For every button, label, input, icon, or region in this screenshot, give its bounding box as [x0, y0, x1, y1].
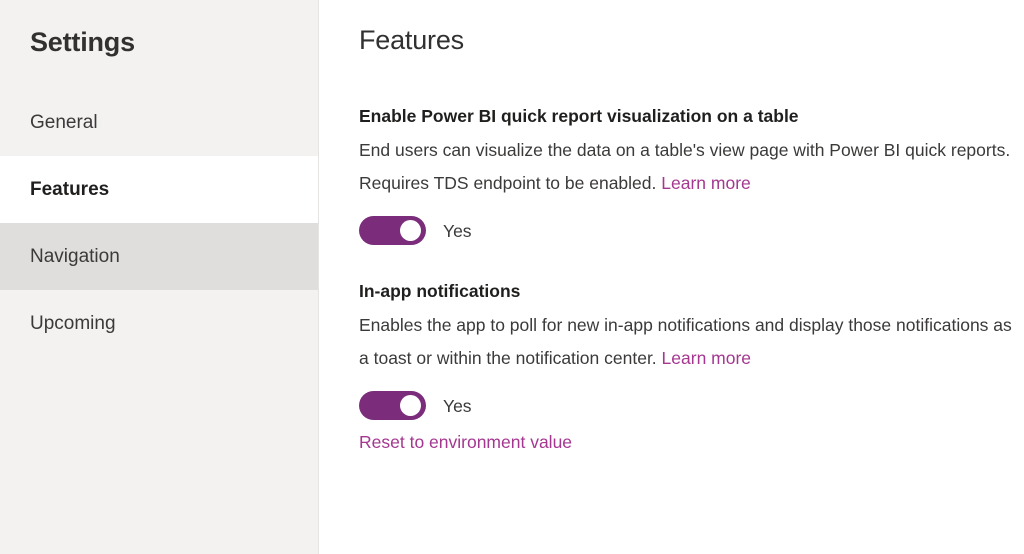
settings-sidebar: Settings General Features Navigation Upc… — [0, 0, 319, 554]
reset-to-environment-value-link[interactable]: Reset to environment value — [359, 430, 572, 454]
feature-item: In-app notifications Enables the app to … — [359, 279, 1016, 454]
learn-more-link[interactable]: Learn more — [661, 173, 751, 193]
features-panel: Features Enable Power BI quick report vi… — [319, 0, 1024, 554]
feature-description: Enables the app to poll for new in-app n… — [359, 309, 1016, 375]
feature-title: In-app notifications — [359, 281, 521, 301]
sidebar-item-features[interactable]: Features — [0, 156, 318, 223]
toggle-state-label: Yes — [443, 220, 472, 241]
sidebar-item-label: General — [30, 111, 98, 133]
settings-page: Settings General Features Navigation Upc… — [0, 0, 1024, 554]
sidebar-item-upcoming[interactable]: Upcoming — [0, 290, 318, 357]
feature-toggle[interactable] — [359, 216, 426, 245]
feature-item: Enable Power BI quick report visualizati… — [359, 104, 1016, 245]
toggle-state-label: Yes — [443, 395, 472, 416]
feature-toggle-row: Yes — [359, 216, 1016, 245]
page-title: Features — [359, 25, 464, 55]
toggle-knob-icon — [400, 220, 421, 241]
sidebar-item-label: Upcoming — [30, 312, 116, 334]
sidebar-item-label: Features — [30, 178, 110, 200]
sidebar-title: Settings — [30, 27, 135, 57]
learn-more-link[interactable]: Learn more — [662, 348, 752, 368]
toggle-knob-icon — [400, 395, 421, 416]
feature-description: End users can visualize the data on a ta… — [359, 134, 1016, 200]
sidebar-item-navigation[interactable]: Navigation — [0, 223, 318, 290]
feature-toggle-row: Yes — [359, 391, 1016, 420]
sidebar-nav-list: General Features Navigation Upcoming — [0, 89, 318, 357]
sidebar-item-general[interactable]: General — [0, 89, 318, 156]
feature-toggle[interactable] — [359, 391, 426, 420]
sidebar-item-label: Navigation — [30, 245, 120, 267]
feature-title: Enable Power BI quick report visualizati… — [359, 106, 799, 126]
